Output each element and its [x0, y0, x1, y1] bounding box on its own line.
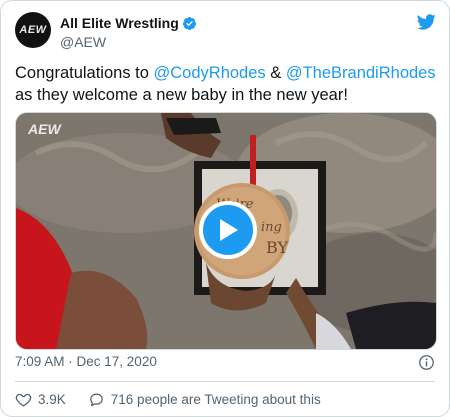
tweet-card[interactable]: AEW All Elite Wrestling @AEW Congratulat…	[0, 0, 450, 417]
tweet-timestamp[interactable]: 7:09 AM · Dec 17, 2020	[15, 354, 157, 369]
tweet-text-part-2: &	[265, 64, 286, 82]
tweet-text-part-1: Congratulations to	[15, 64, 154, 82]
tweet-header: AEW All Elite Wrestling @AEW	[15, 12, 437, 52]
speech-bubble-icon	[89, 393, 103, 406]
info-icon[interactable]	[418, 354, 435, 371]
author-name-row[interactable]: All Elite Wrestling	[60, 15, 197, 32]
tweet-actions: 3.9K 716 people are Tweeting about this	[15, 389, 435, 409]
author-display-name[interactable]: All Elite Wrestling	[60, 15, 179, 32]
tweet-text-part-3: as they welcome a new baby in the new ye…	[15, 86, 348, 104]
play-icon	[220, 219, 238, 241]
tweeting-text: 716 people are Tweeting about this	[110, 391, 321, 407]
avatar[interactable]: AEW	[15, 12, 51, 48]
like-button[interactable]: 3.9K	[15, 391, 66, 408]
twitter-bird-icon[interactable]	[415, 12, 437, 32]
mention-brandi-rhodes[interactable]: @TheBrandiRhodes	[286, 64, 436, 82]
divider	[15, 381, 435, 382]
tweet-meta: 7:09 AM · Dec 17, 2020	[15, 354, 435, 372]
author-block[interactable]: All Elite Wrestling @AEW	[60, 15, 197, 51]
mention-cody-rhodes[interactable]: @CodyRhodes	[154, 64, 266, 82]
author-handle[interactable]: @AEW	[60, 33, 197, 51]
ornament-text-2: ing	[261, 220, 282, 235]
video-player[interactable]: We're ing BY AEW	[15, 112, 437, 350]
play-button[interactable]	[199, 201, 257, 259]
aew-watermark: AEW	[28, 121, 61, 137]
heart-icon	[15, 393, 32, 407]
ornament-text-3: BY	[266, 238, 288, 257]
tweeting-link[interactable]: 716 people are Tweeting about this	[88, 391, 321, 408]
avatar-logo-text: AEW	[19, 24, 47, 36]
tweet-text: Congratulations to @CodyRhodes & @TheBra…	[15, 62, 439, 106]
like-count: 3.9K	[38, 391, 66, 407]
verified-badge-icon	[182, 16, 196, 31]
